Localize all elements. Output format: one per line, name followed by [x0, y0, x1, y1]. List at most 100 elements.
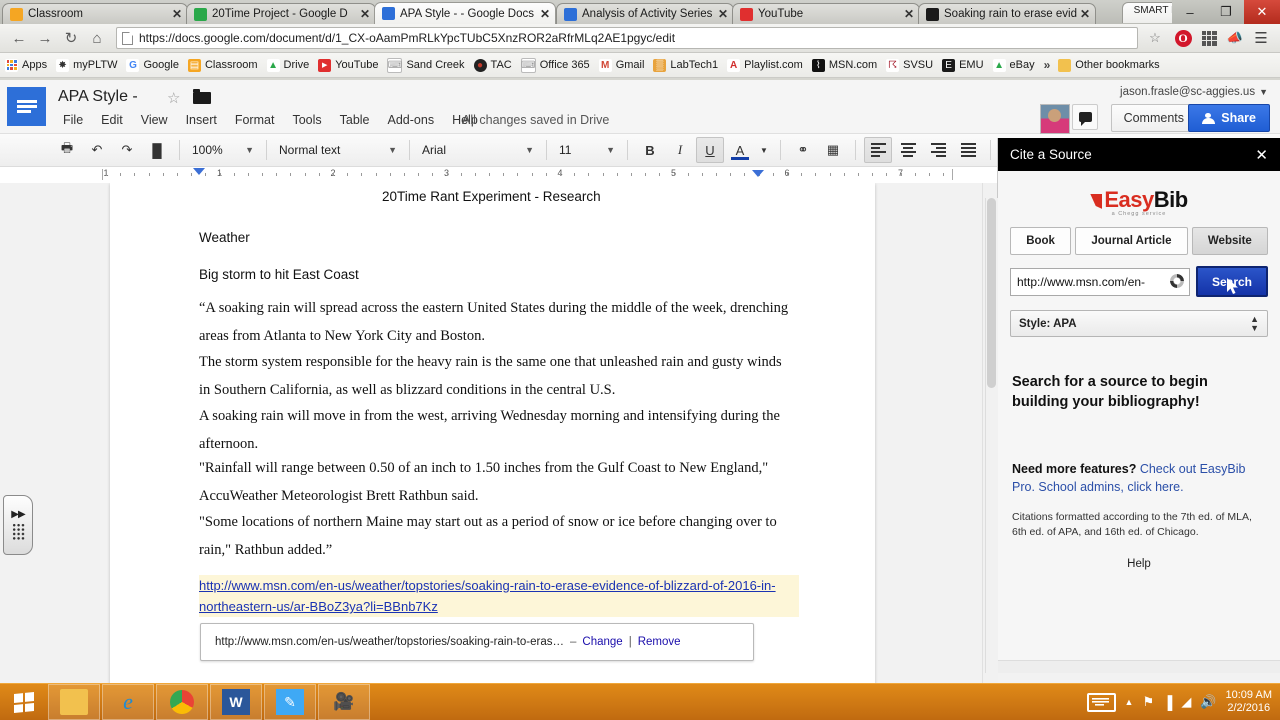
- font-family-dropdown[interactable]: Arial ▼: [417, 139, 539, 161]
- redo-button[interactable]: ↷: [113, 137, 141, 163]
- text-color-button[interactable]: A: [726, 137, 754, 163]
- search-button[interactable]: Search: [1196, 266, 1268, 297]
- easybib-upsell[interactable]: Need more features? Check out EasyBib Pr…: [1010, 460, 1268, 496]
- bookmark-youtube[interactable]: ▶ YouTube: [318, 58, 378, 72]
- forward-button[interactable]: →: [32, 25, 58, 51]
- comment-history-button[interactable]: [1072, 104, 1098, 130]
- tab-close-icon[interactable]: ✕: [1079, 8, 1091, 20]
- battery-icon[interactable]: ▐: [1163, 695, 1172, 710]
- flag-icon[interactable]: ⚑: [1142, 694, 1154, 710]
- google-docs-logo[interactable]: [7, 87, 46, 126]
- browser-tab-youtube[interactable]: YouTube ✕: [732, 3, 920, 24]
- align-right-button[interactable]: [924, 137, 952, 163]
- bookmark-drive[interactable]: ▲ Drive: [266, 58, 309, 72]
- bookmark-sand-creek[interactable]: ⌨ Sand Creek: [387, 57, 465, 73]
- minimize-button[interactable]: –: [1172, 0, 1208, 24]
- folder-icon[interactable]: [193, 89, 211, 104]
- insert-link-button[interactable]: ⚭: [789, 137, 817, 163]
- address-bar[interactable]: https://docs.google.com/document/d/1_CX-…: [116, 27, 1138, 49]
- bookmark-ebay[interactable]: ▲ eBay: [992, 58, 1035, 72]
- ruler[interactable]: 11234567: [100, 167, 953, 183]
- menu-tools[interactable]: Tools: [283, 113, 330, 127]
- browser-tab-apa-style[interactable]: APA Style - - Google Docs ✕: [374, 2, 556, 24]
- citation-style-select[interactable]: Style: APA ▲ ▼: [1010, 310, 1268, 337]
- align-left-button[interactable]: [864, 137, 892, 163]
- smart-ink-floating-toolbar[interactable]: ▶▶: [3, 495, 33, 555]
- menu-format[interactable]: Format: [226, 113, 284, 127]
- taskbar-item-google-chrome[interactable]: [156, 684, 208, 720]
- volume-icon[interactable]: 🔊: [1200, 694, 1216, 710]
- link-popup-change-button[interactable]: Change: [582, 636, 622, 648]
- back-button[interactable]: ←: [6, 25, 32, 51]
- bookmark-office365[interactable]: ⌨ Office 365: [520, 57, 590, 73]
- paint-format-button[interactable]: █: [143, 137, 171, 163]
- undo-button[interactable]: ↶: [83, 137, 111, 163]
- bookmark-classroom[interactable]: ▤ Classroom: [187, 58, 258, 72]
- bookmark-labtech1[interactable]: ▒ LabTech1: [653, 58, 718, 72]
- left-indent-marker[interactable]: [193, 168, 205, 175]
- bookmark-google[interactable]: G Google: [126, 58, 179, 72]
- browser-tab-soaking-rain[interactable]: Soaking rain to erase evid ✕: [918, 3, 1096, 24]
- account-email[interactable]: jason.frasle@sc-aggies.us ▼: [1120, 86, 1268, 98]
- insert-comment-button[interactable]: ▦: [819, 137, 847, 163]
- megaphone-extension-button[interactable]: 📣: [1222, 25, 1248, 51]
- bookmark-apps[interactable]: Apps: [5, 58, 47, 72]
- bookmark-gmail[interactable]: M Gmail: [598, 58, 644, 72]
- tab-close-icon[interactable]: ✕: [717, 8, 729, 20]
- link-popup[interactable]: http://www.msn.com/en-us/weather/topstor…: [200, 623, 754, 661]
- taskbar-item-microsoft-word[interactable]: W: [210, 684, 262, 720]
- bookmark-svsu[interactable]: ☈ SVSU: [886, 58, 933, 72]
- link-popup-remove-button[interactable]: Remove: [638, 636, 681, 648]
- zoom-dropdown[interactable]: 100% ▼: [187, 139, 259, 161]
- right-indent-marker[interactable]: [752, 170, 764, 177]
- text-color-dropdown[interactable]: ▼: [756, 137, 772, 163]
- reload-button[interactable]: ↻: [58, 25, 84, 51]
- taskbar-item-internet-explorer[interactable]: e: [102, 684, 154, 720]
- document-scrollbar-secondary[interactable]: [985, 198, 998, 673]
- tab-book[interactable]: Book: [1010, 227, 1072, 255]
- menu-file[interactable]: File: [54, 113, 92, 127]
- show-hidden-icons-button[interactable]: ▲: [1125, 697, 1134, 707]
- tab-close-icon[interactable]: ✕: [539, 8, 551, 20]
- keyboard-icon[interactable]: [1086, 692, 1116, 712]
- browser-tab-20time-project[interactable]: 20Time Project - Google D ✕: [186, 3, 376, 24]
- italic-button[interactable]: I: [666, 137, 694, 163]
- home-button[interactable]: ⌂: [84, 25, 110, 51]
- bookmark-other-bookmarks[interactable]: Other bookmarks: [1058, 58, 1160, 72]
- menu-insert[interactable]: Insert: [177, 113, 226, 127]
- menu-view[interactable]: View: [132, 113, 177, 127]
- tab-close-icon[interactable]: ✕: [171, 8, 183, 20]
- underline-button[interactable]: U: [696, 137, 724, 163]
- bookmark-mypltw[interactable]: ✸ myPLTW: [56, 58, 117, 72]
- close-window-button[interactable]: ✕: [1244, 0, 1280, 24]
- clock[interactable]: 10:09 AM 2/2/2016: [1226, 689, 1272, 715]
- share-button[interactable]: Share: [1188, 104, 1270, 132]
- chrome-menu-button[interactable]: ☰: [1248, 25, 1274, 51]
- scrollbar-thumb[interactable]: [987, 198, 996, 388]
- search-input[interactable]: http://www.msn.com/en-: [1010, 267, 1190, 296]
- bookmark-tac[interactable]: ● TAC: [473, 58, 512, 72]
- menu-table[interactable]: Table: [331, 113, 379, 127]
- align-center-button[interactable]: [894, 137, 922, 163]
- close-icon[interactable]: ✕: [1255, 146, 1268, 164]
- browser-tab-analysis-activity-series[interactable]: Analysis of Activity Series ✕: [556, 3, 734, 24]
- document-title[interactable]: APA Style -: [58, 88, 138, 106]
- bookmark-msn[interactable]: ⌇ MSN.com: [811, 58, 877, 72]
- bookmark-star-button[interactable]: ☆: [1144, 25, 1170, 51]
- apps-extension-button[interactable]: [1196, 25, 1222, 51]
- bookmark-playlist[interactable]: A Playlist.com: [727, 58, 803, 72]
- menu-addons[interactable]: Add-ons: [379, 113, 444, 127]
- bookmarks-overflow-button[interactable]: »: [1044, 58, 1051, 72]
- tab-close-icon[interactable]: ✕: [903, 8, 915, 20]
- bold-button[interactable]: B: [636, 137, 664, 163]
- document-page[interactable]: 20Time Rant Experiment - Research Weathe…: [110, 183, 875, 684]
- tab-website[interactable]: Website: [1191, 227, 1269, 255]
- menu-edit[interactable]: Edit: [92, 113, 132, 127]
- tab-journal-article[interactable]: Journal Article: [1075, 227, 1188, 255]
- opera-extension-button[interactable]: O: [1170, 25, 1196, 51]
- network-icon[interactable]: ◢: [1181, 694, 1191, 710]
- font-size-dropdown[interactable]: 11 ▼: [554, 139, 620, 161]
- taskbar-item-smart-recorder[interactable]: 🎥: [318, 684, 370, 720]
- browser-tab-classroom[interactable]: Classroom ✕: [2, 3, 188, 24]
- paragraph-style-dropdown[interactable]: Normal text ▼: [274, 139, 402, 161]
